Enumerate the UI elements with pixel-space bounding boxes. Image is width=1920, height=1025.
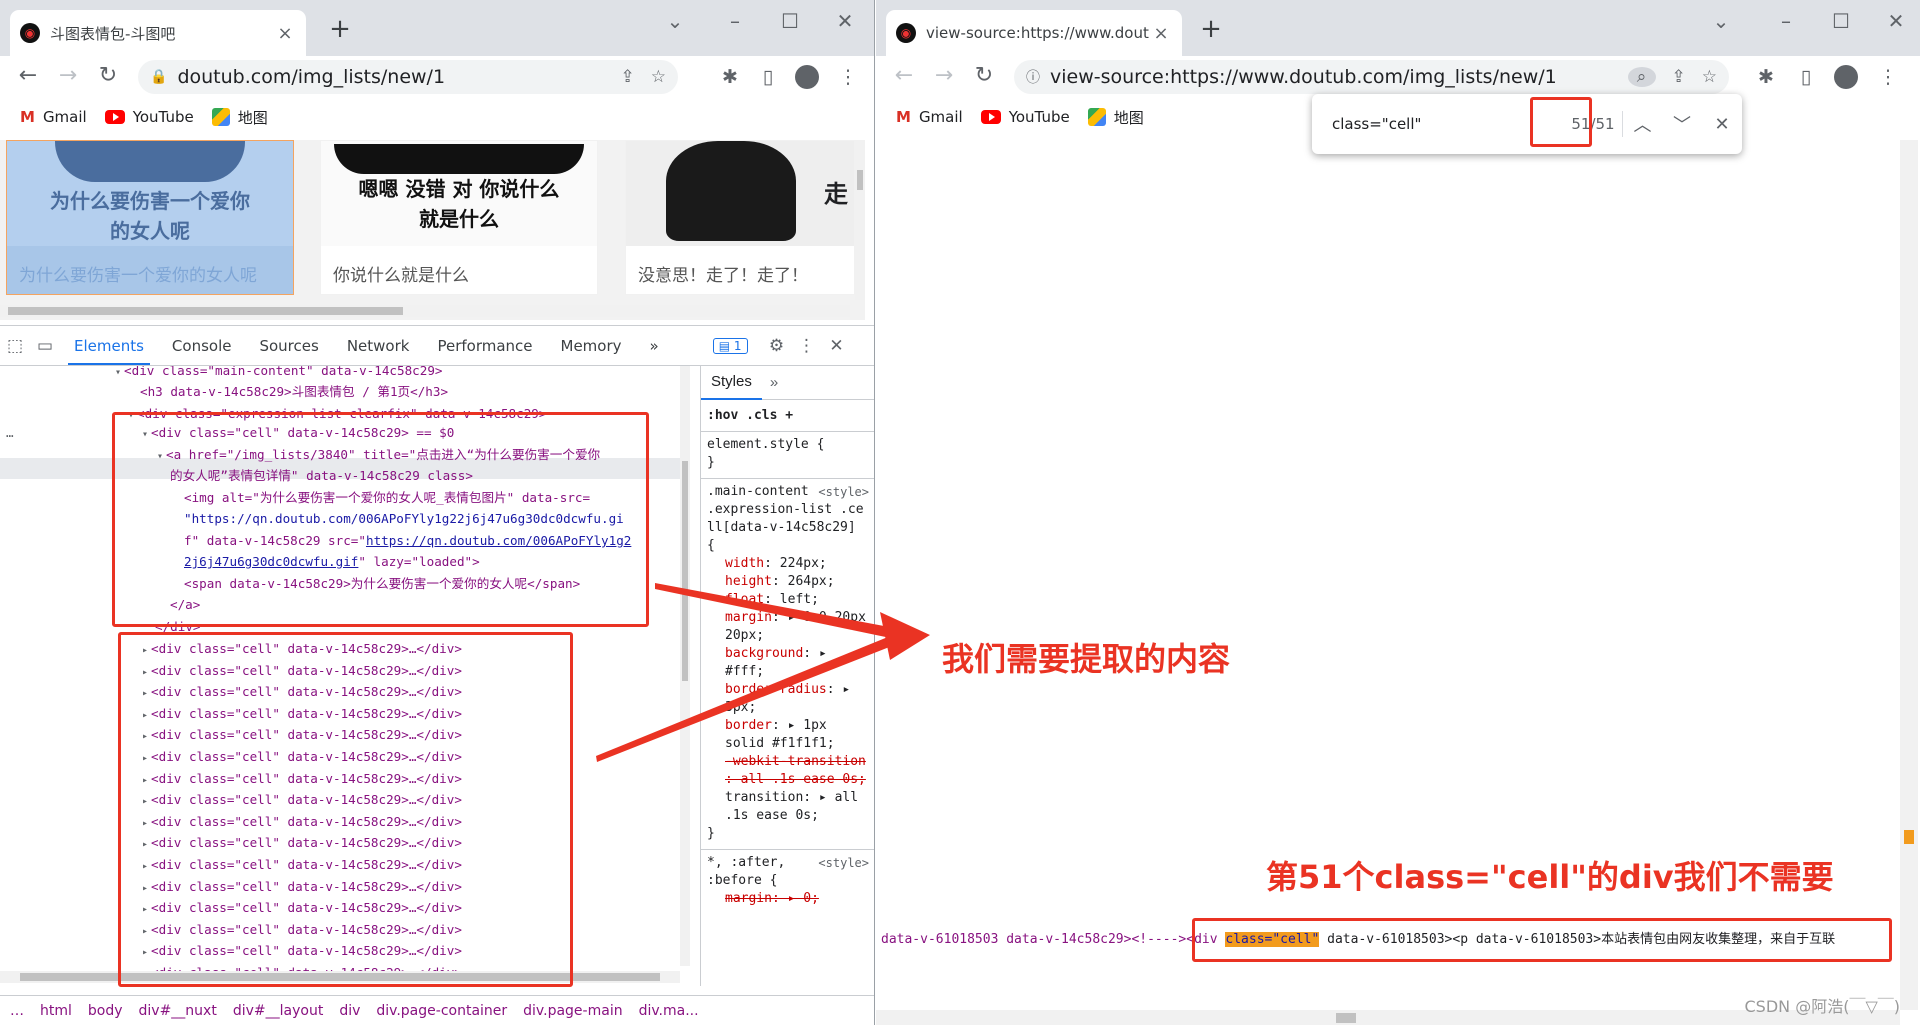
annotation-extract: 我们需要提取的内容 [942, 640, 1231, 678]
arrowhead [880, 612, 930, 660]
arrow-bottom [596, 630, 907, 762]
arrow-top [655, 583, 905, 640]
annotation-arrows [596, 583, 930, 762]
